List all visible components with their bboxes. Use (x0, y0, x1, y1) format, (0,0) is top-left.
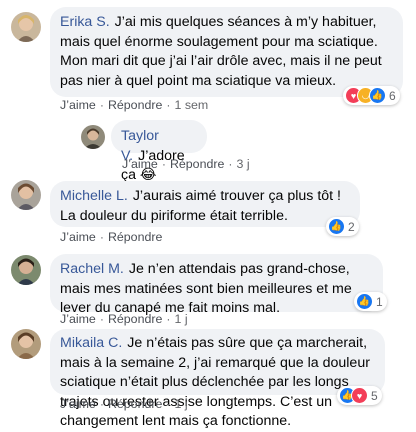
comment-bubble: Michelle L. J’aurais aimé trouver ça plus… (50, 181, 360, 227)
avatar[interactable] (11, 12, 41, 42)
comment-actions: J’aime · Répondre · 1 j (60, 397, 188, 411)
comment-bubble: Mikaila C. Je n’étais pas sûre que ça mar… (50, 329, 385, 429)
reaction-count: 1 (376, 294, 383, 309)
like-icon: 👍 (356, 293, 373, 310)
reply-link[interactable]: Répondre (108, 397, 162, 411)
reply-link[interactable]: Répondre (170, 157, 224, 171)
comment-actions: J’aime · Répondre · 3 j (122, 157, 250, 171)
like-icon: 👍 (328, 218, 345, 235)
reaction-count: 6 (389, 88, 396, 103)
avatar[interactable] (11, 180, 41, 210)
reply-link[interactable]: Répondre (108, 312, 162, 326)
love-icon: ♥ (351, 387, 368, 404)
avatar[interactable] (11, 329, 41, 359)
comment-actions: J’aime · Répondre (60, 230, 163, 244)
comment-author[interactable]: Michelle L. (60, 188, 128, 204)
comment-time[interactable]: 1 sem (175, 98, 209, 112)
comment-bubble: Erika S. J’ai mis quelques séances à m’y … (50, 7, 403, 97)
like-link[interactable]: J’aime (60, 312, 96, 326)
like-link[interactable]: J’aime (60, 98, 96, 112)
reaction-summary[interactable]: 👍 2 (326, 217, 359, 236)
avatar[interactable] (11, 255, 41, 285)
reply-link[interactable]: Répondre (108, 98, 162, 112)
comment-bubble: Rachel M. Je n’en attendais pas grand-cho… (50, 254, 383, 316)
comment-actions: J’aime · Répondre · 1 sem (60, 98, 209, 112)
like-link[interactable]: J’aime (60, 397, 96, 411)
like-link[interactable]: J’aime (122, 157, 158, 171)
reaction-summary[interactable]: 👍 ♥ 5 (337, 386, 382, 405)
comment-bubble: Taylor V. J’adore ça 😂 (111, 120, 207, 183)
like-link[interactable]: J’aime (60, 230, 96, 244)
comment-author[interactable]: Mikaila C. (60, 335, 122, 351)
comment-author[interactable]: Erika S. (60, 14, 110, 30)
comment-time[interactable]: 1 j (175, 397, 188, 411)
comment-time[interactable]: 3 j (237, 157, 250, 171)
reply-link[interactable]: Répondre (108, 230, 162, 244)
avatar[interactable] (81, 125, 105, 149)
reaction-count: 2 (348, 219, 355, 234)
comment-author[interactable]: Rachel M. (60, 261, 124, 277)
reaction-summary[interactable]: ♥ ◡ 👍 6 (343, 86, 400, 105)
comment-actions: J’aime · Répondre · 1 j (60, 312, 188, 326)
reaction-count: 5 (371, 388, 378, 403)
reaction-summary[interactable]: 👍 1 (354, 292, 387, 311)
comment-time[interactable]: 1 j (175, 312, 188, 326)
like-icon: 👍 (369, 87, 386, 104)
